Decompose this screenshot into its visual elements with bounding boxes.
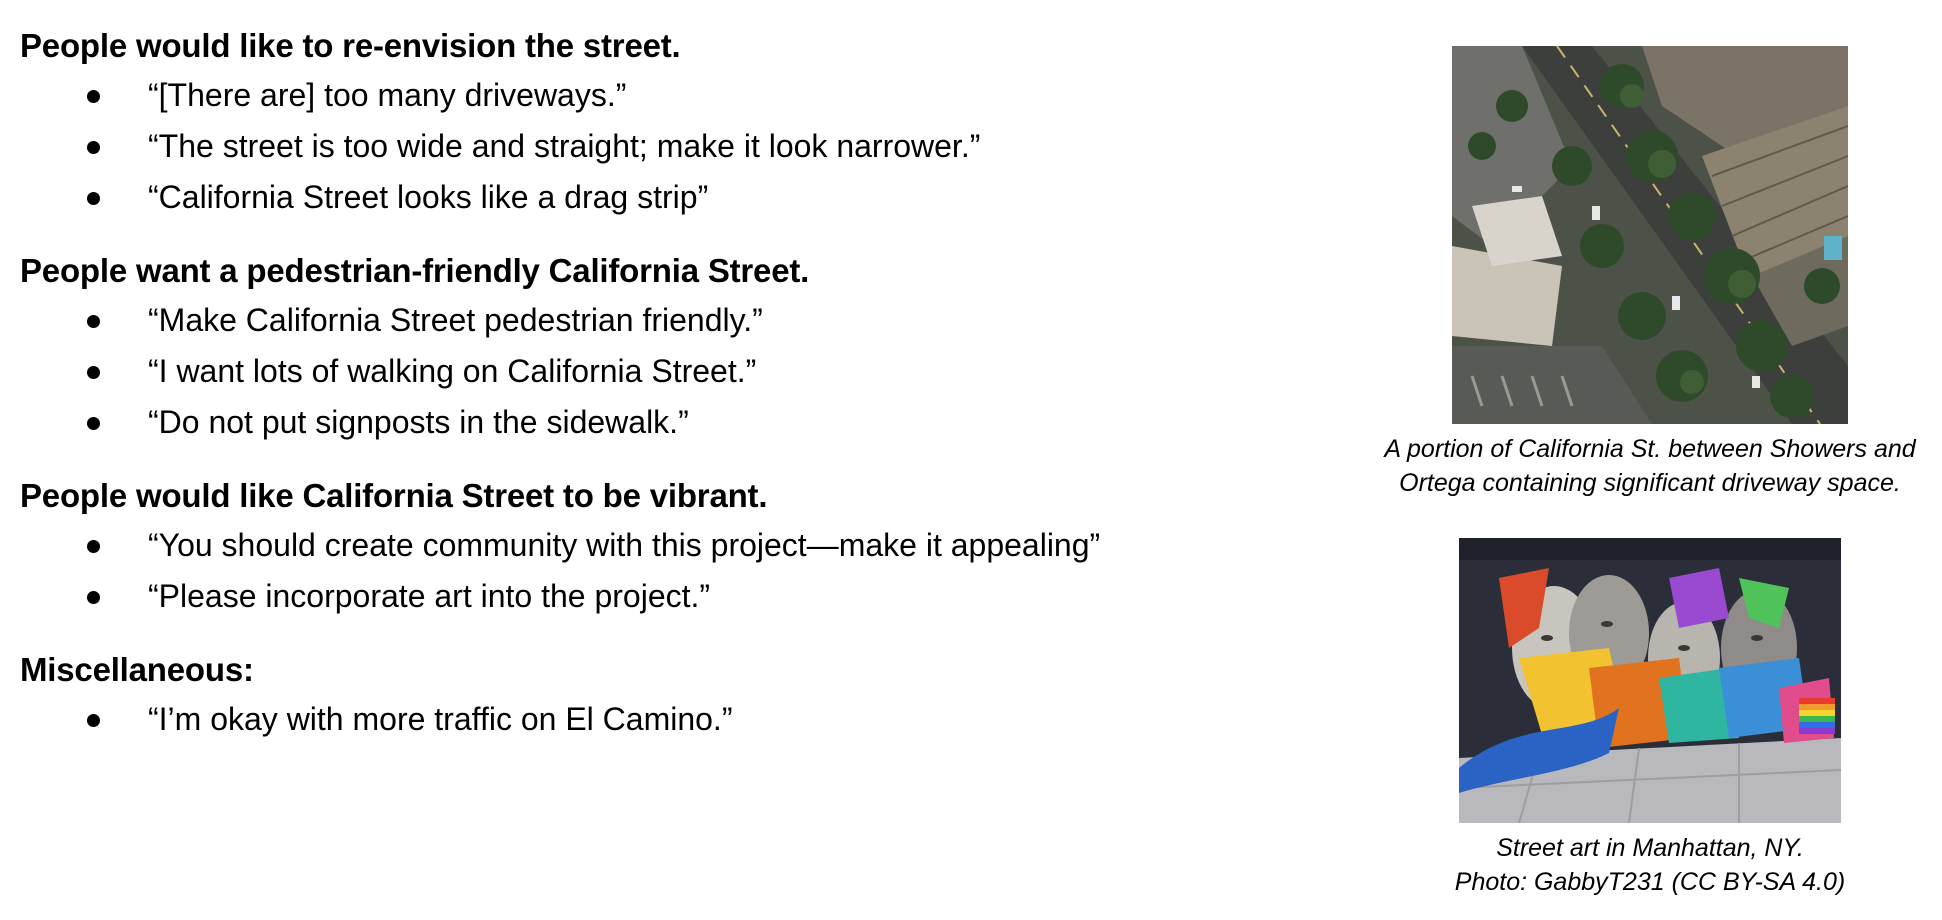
bullet-icon bbox=[87, 366, 100, 379]
aerial-figure: A portion of California St. between Show… bbox=[1370, 46, 1930, 500]
quote-text: “Do not put signposts in the sidewalk.” bbox=[148, 404, 689, 440]
bullet-icon bbox=[87, 540, 100, 553]
section-heading: People want a pedestrian-friendly Califo… bbox=[20, 252, 810, 289]
bullet-icon bbox=[87, 90, 100, 103]
section-vibrant: People would like California Street to b… bbox=[20, 472, 1340, 622]
list-item: “California Street looks like a drag str… bbox=[20, 172, 1340, 223]
mural-caption-line2: Photo: GabbyT231 (CC BY-SA 4.0) bbox=[1454, 868, 1846, 896]
section-heading: People would like California Street to b… bbox=[20, 477, 768, 514]
bullet-icon bbox=[87, 315, 100, 328]
list-item: “[There are] too many driveways.” bbox=[20, 70, 1340, 121]
quote-text: “Make California Street pedestrian frien… bbox=[148, 302, 763, 338]
bullet-icon bbox=[87, 192, 100, 205]
bullet-icon bbox=[87, 417, 100, 430]
quote-text: “You should create community with this p… bbox=[148, 527, 1101, 563]
section-reenvision: People would like to re-envision the str… bbox=[20, 22, 1340, 223]
quote-list: “I’m okay with more traffic on El Camino… bbox=[20, 694, 1340, 745]
bullet-icon bbox=[87, 141, 100, 154]
mural-photo bbox=[1459, 538, 1841, 823]
quote-text: “I want lots of walking on California St… bbox=[148, 353, 757, 389]
list-item: “The street is too wide and straight; ma… bbox=[20, 121, 1340, 172]
section-pedestrian: People want a pedestrian-friendly Califo… bbox=[20, 247, 1340, 448]
section-miscellaneous: Miscellaneous: “I’m okay with more traff… bbox=[20, 646, 1340, 745]
quote-text: “[There are] too many driveways.” bbox=[148, 77, 627, 113]
quote-text: “I’m okay with more traffic on El Camino… bbox=[148, 701, 733, 737]
list-item: “I want lots of walking on California St… bbox=[20, 346, 1340, 397]
quote-text: “The street is too wide and straight; ma… bbox=[148, 128, 981, 164]
list-item: “Please incorporate art into the project… bbox=[20, 571, 1340, 622]
list-item: “I’m okay with more traffic on El Camino… bbox=[20, 694, 1340, 745]
bullet-icon bbox=[87, 714, 100, 727]
aerial-photo bbox=[1452, 46, 1848, 424]
quote-list: “[There are] too many driveways.” “The s… bbox=[20, 70, 1340, 223]
mural-caption-line1: Street art in Manhattan, NY. bbox=[1496, 834, 1804, 862]
list-item: “You should create community with this p… bbox=[20, 520, 1340, 571]
findings-list: People would like to re-envision the str… bbox=[20, 22, 1340, 769]
quote-list: “Make California Street pedestrian frien… bbox=[20, 295, 1340, 448]
section-heading: Miscellaneous: bbox=[20, 651, 254, 688]
bullet-icon bbox=[87, 591, 100, 604]
quote-text: “California Street looks like a drag str… bbox=[148, 179, 709, 215]
quote-list: “You should create community with this p… bbox=[20, 520, 1340, 622]
list-item: “Make California Street pedestrian frien… bbox=[20, 295, 1340, 346]
section-heading: People would like to re-envision the str… bbox=[20, 27, 681, 64]
list-item: “Do not put signposts in the sidewalk.” bbox=[20, 397, 1340, 448]
mural-figure: Street art in Manhattan, NY. Photo: Gabb… bbox=[1370, 538, 1930, 899]
aerial-caption-line1: A portion of California St. between Show… bbox=[1384, 435, 1916, 463]
quote-text: “Please incorporate art into the project… bbox=[148, 578, 711, 614]
aerial-caption-line2: Ortega containing significant driveway s… bbox=[1399, 469, 1901, 497]
